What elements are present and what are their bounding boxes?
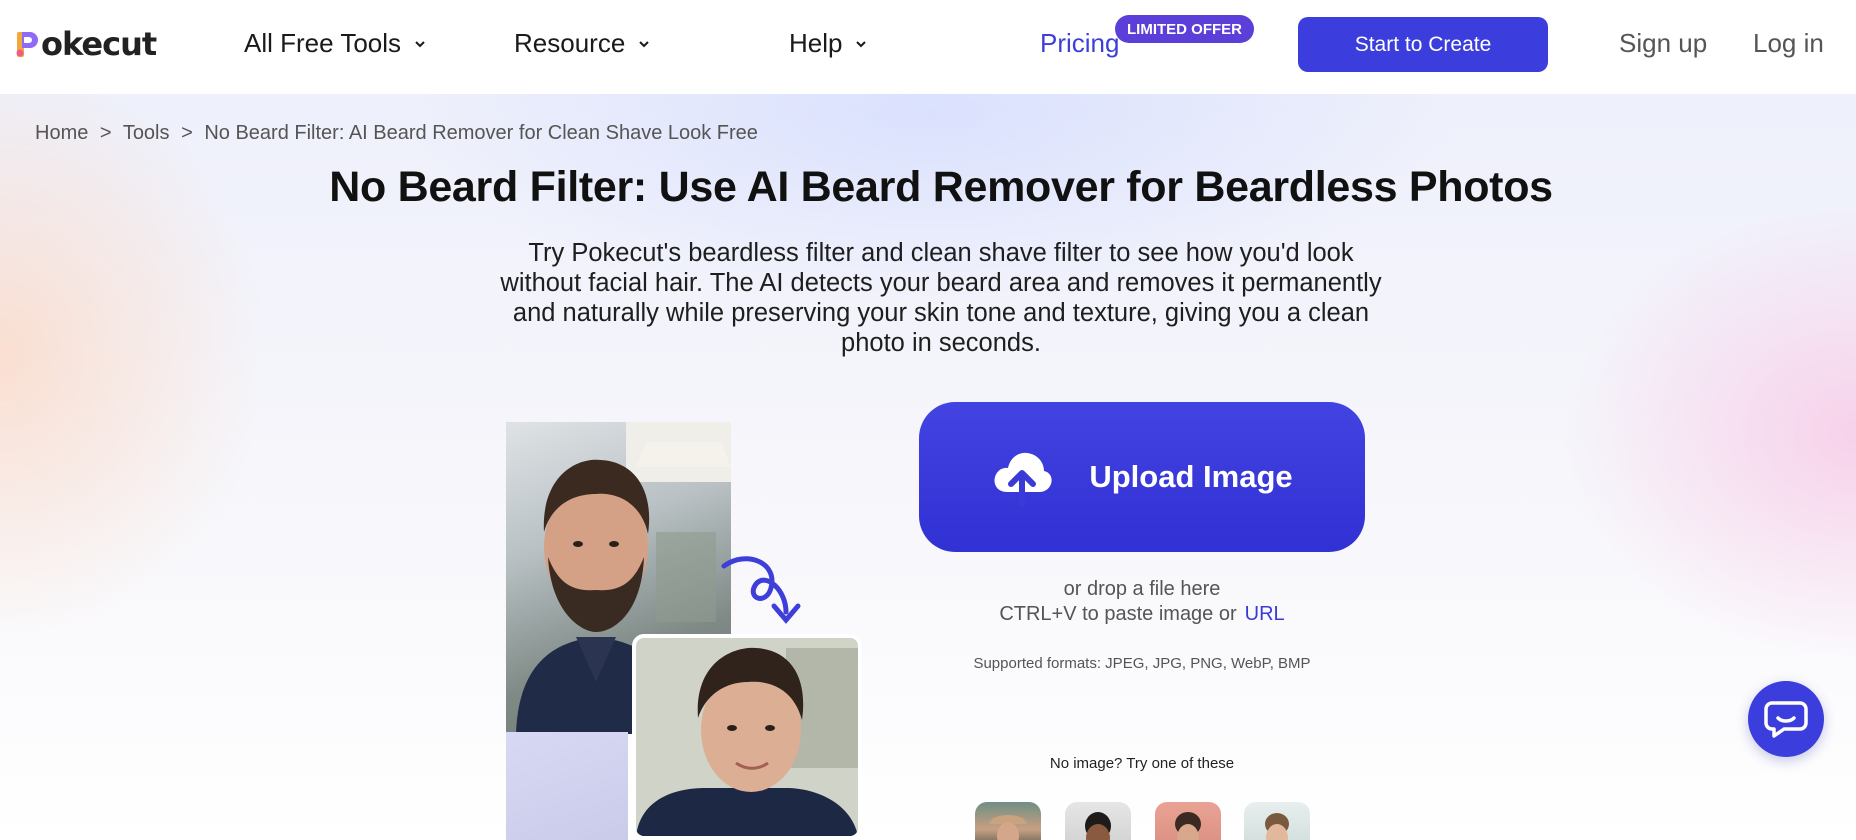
before-after-preview — [506, 402, 862, 840]
pokecut-logo-icon — [14, 29, 40, 59]
nav-help[interactable]: Help — [789, 28, 868, 59]
breadcrumb: Home > Tools > No Beard Filter: AI Beard… — [35, 122, 764, 145]
curved-arrow-icon — [721, 556, 801, 624]
sign-up-link[interactable]: Sign up — [1619, 28, 1707, 59]
breadcrumb-home[interactable]: Home — [35, 122, 88, 144]
nav-resource-label: Resource — [514, 28, 626, 58]
sample-image-thumbnail[interactable] — [1155, 802, 1221, 840]
chevron-down-icon — [639, 40, 649, 47]
start-to-create-button[interactable]: Start to Create — [1298, 17, 1548, 72]
log-in-link[interactable]: Log in — [1753, 28, 1824, 59]
upload-image-button[interactable]: Upload Image — [919, 402, 1365, 552]
supported-formats: Supported formats: JPEG, JPG, PNG, WebP,… — [973, 655, 1311, 672]
breadcrumb-tools[interactable]: Tools — [123, 122, 170, 144]
page-title: No Beard Filter: Use AI Beard Remover fo… — [329, 163, 1553, 211]
sample-image-thumbnail[interactable] — [1065, 802, 1131, 840]
breadcrumb-separator: > — [181, 122, 193, 144]
top-navigation-bar: okecut All Free Tools Resource Help Pric… — [0, 0, 1856, 94]
nav-help-label: Help — [789, 28, 843, 58]
chat-support-button[interactable] — [1748, 681, 1824, 757]
nav-all-free-tools-label: All Free Tools — [244, 28, 402, 58]
nav-resource[interactable]: Resource — [514, 28, 651, 59]
sample-photo-fragment — [506, 732, 628, 840]
sample-images-prompt: No image? Try one of these — [1049, 755, 1235, 772]
paste-text: CTRL+V to paste image or — [999, 603, 1237, 625]
cloud-upload-icon — [994, 452, 1052, 506]
url-link[interactable]: URL — [1245, 603, 1285, 625]
breadcrumb-separator: > — [99, 122, 112, 144]
chevron-down-icon — [856, 40, 867, 47]
logo-text: okecut — [41, 25, 157, 63]
nav-all-free-tools[interactable]: All Free Tools — [244, 28, 427, 59]
breadcrumb-current: No Beard Filter: AI Beard Remover for Cl… — [204, 122, 758, 144]
clean-shaven-man-photo — [632, 634, 862, 840]
sample-image-thumbnail[interactable] — [1244, 802, 1310, 840]
chat-bubble-icon — [1764, 701, 1808, 738]
page-description: Try Pokecut's beardless filter and clean… — [500, 239, 1382, 357]
sample-image-thumbnail[interactable] — [975, 802, 1041, 840]
upload-image-label: Upload Image — [1089, 459, 1293, 494]
drop-file-text: or drop a file here — [1063, 578, 1221, 600]
drop-instructions: or drop a file here CTRL+V to paste imag… — [919, 577, 1365, 627]
limited-offer-badge: LIMITED OFFER — [1115, 15, 1254, 43]
nav-pricing[interactable]: Pricing — [1040, 28, 1119, 59]
paste-instructions: CTRL+V to paste image or URL — [919, 602, 1365, 627]
pokecut-logo[interactable]: okecut — [14, 25, 157, 63]
chevron-down-icon — [415, 40, 425, 47]
